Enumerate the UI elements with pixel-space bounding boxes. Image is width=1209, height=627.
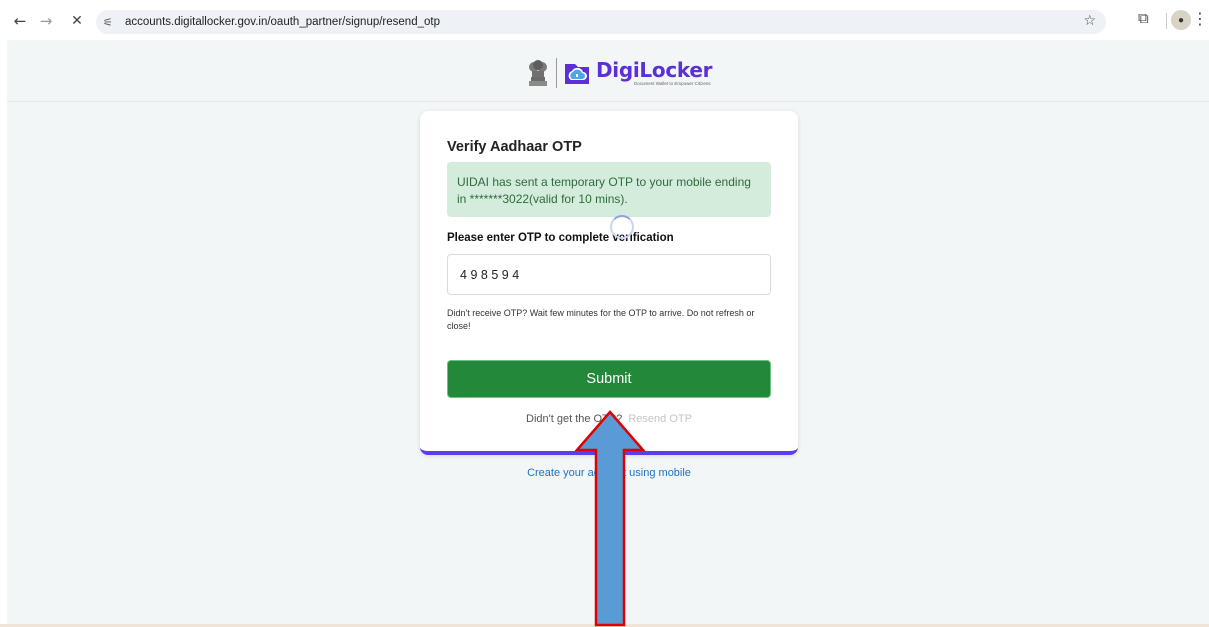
puzzle-icon[interactable]: ⧉ — [1138, 9, 1149, 27]
brand-name: DigiLocker — [596, 58, 713, 82]
arrow-right-icon: → — [39, 12, 53, 30]
loading-spinner-icon — [610, 215, 634, 239]
toolbar-divider — [1166, 13, 1167, 29]
close-icon: ✕ — [71, 13, 83, 29]
address-bar[interactable]: ⚟ accounts.digitallocker.gov.in/oauth_pa… — [96, 10, 1106, 34]
otp-sent-alert: UIDAI has sent a temporary OTP to your m… — [447, 162, 771, 217]
more-vertical-icon[interactable]: ⋮ — [1192, 9, 1208, 28]
browser-toolbar: ← → ✕ ⚟ accounts.digitallocker.gov.in/oa… — [0, 0, 1209, 40]
submit-button[interactable]: Submit — [447, 360, 771, 398]
avatar-icon[interactable]: ● — [1171, 10, 1191, 30]
otp-input[interactable] — [447, 254, 771, 295]
star-icon[interactable]: ☆ — [1083, 13, 1096, 29]
digilocker-logo[interactable]: DigiLocker Document Wallet to Empower Ci… — [525, 54, 715, 92]
otp-label: Please enter OTP to complete verificatio… — [447, 232, 674, 244]
brand-tagline: Document Wallet to Empower Citizens — [634, 81, 711, 86]
arrow-left-icon: ← — [13, 12, 27, 30]
url-text: accounts.digitallocker.gov.in/oauth_part… — [125, 16, 440, 28]
logo-divider — [556, 58, 557, 88]
page-title: Verify Aadhaar OTP — [447, 139, 582, 155]
forward-button[interactable]: → — [33, 8, 59, 34]
digilocker-cloud-icon — [565, 64, 589, 84]
otp-help-text: Didn't receive OTP? Wait few minutes for… — [447, 308, 755, 331]
otp-card: Verify Aadhaar OTP UIDAI has sent a temp… — [420, 111, 798, 455]
tune-icon[interactable]: ⚟ — [103, 16, 123, 29]
national-emblem-icon — [529, 60, 547, 86]
annotation-arrow-icon — [575, 410, 645, 627]
site-header: DigiLocker Document Wallet to Empower Ci… — [7, 40, 1209, 102]
stop-loading-button[interactable]: ✕ — [64, 8, 90, 34]
back-button[interactable]: ← — [7, 8, 33, 34]
